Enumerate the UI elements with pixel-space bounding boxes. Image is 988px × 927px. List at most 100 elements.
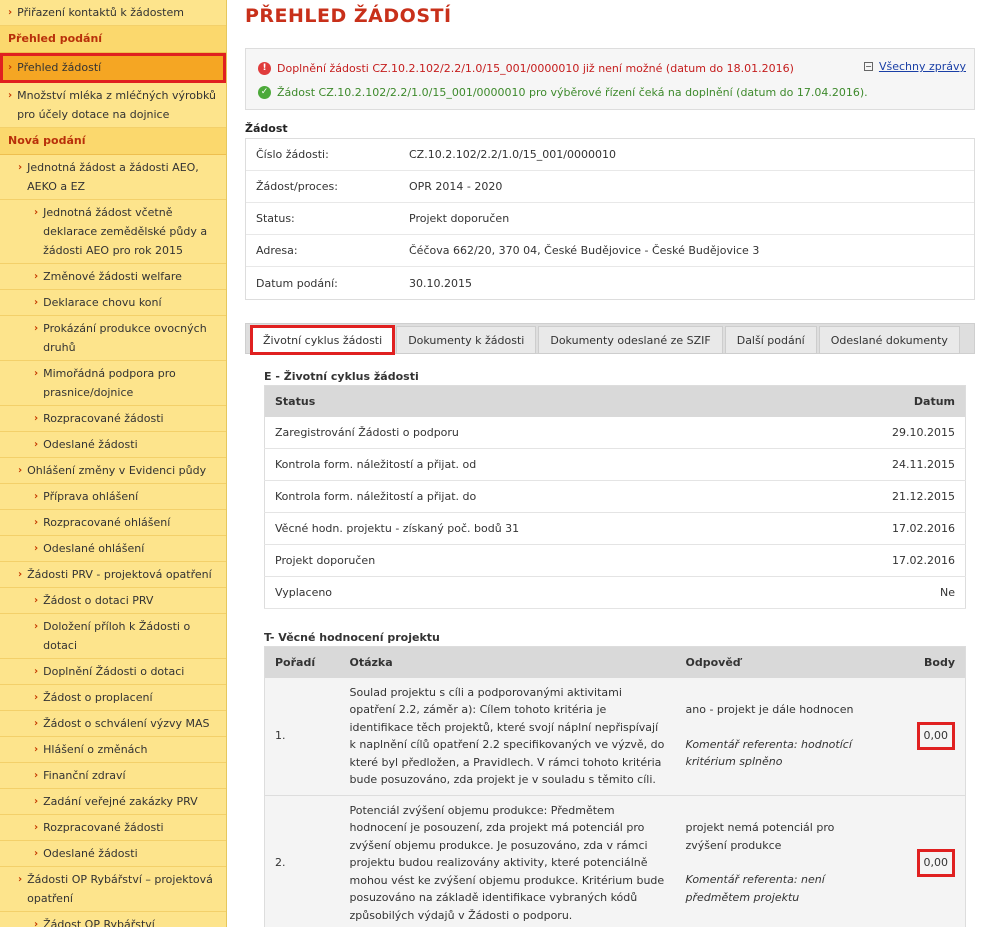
lifecycle-status: Věcné hodn. projektu - získaný poč. bodů…	[264, 512, 798, 545]
sidebar-item[interactable]: › Doplnění Žádosti o dotaci	[0, 659, 226, 685]
eval-odpoved: projekt nemá potenciál pro zvýšení produ…	[685, 821, 835, 852]
eval-odpoved-cell: ano - projekt je dále hodnocen Komentář r…	[675, 677, 886, 796]
sidebar-item[interactable]: › Přehled žádostí	[0, 53, 226, 83]
eval-poradi: 1.	[264, 677, 340, 796]
chevron-right-icon: ›	[34, 517, 39, 528]
sidebar-item-label: Přiřazení kontaktů k žádostem	[17, 6, 184, 19]
chevron-right-icon: ›	[34, 796, 39, 807]
sidebar-item-label: Žádosti PRV - projektová opatření	[27, 568, 212, 581]
detail-value: OPR 2014 - 2020	[409, 180, 503, 193]
table-row: 1. Soulad projektu s cíli a podporovanými…	[264, 677, 966, 796]
eval-body-score: 0,00	[916, 722, 955, 750]
lifecycle-status: Vyplaceno	[264, 576, 798, 609]
sidebar-item[interactable]: › Přiřazení kontaktů k žádostem	[0, 0, 226, 26]
sidebar-item[interactable]: › Odeslané ohlášení	[0, 536, 226, 562]
sidebar-item[interactable]: › Hlášení o změnách	[0, 737, 226, 763]
tab[interactable]: Dokumenty k žádosti	[396, 326, 537, 354]
sidebar-item[interactable]: › Změnové žádosti welfare	[0, 264, 226, 290]
sidebar-item[interactable]: › Odeslané žádosti	[0, 432, 226, 458]
detail-value: Projekt doporučen	[409, 212, 510, 225]
table-row: Věcné hodn. projektu - získaný poč. bodů…	[264, 512, 966, 545]
tab[interactable]: Další podání	[724, 326, 817, 354]
tab[interactable]: Odeslané dokumenty	[818, 326, 960, 354]
chevron-right-icon: ›	[34, 770, 39, 781]
chevron-right-icon: ›	[34, 297, 39, 308]
sidebar-item-label: Odeslané žádosti	[43, 847, 138, 860]
table-row: Zaregistrování Žádosti o podporu 29.10.20…	[264, 416, 966, 449]
lifecycle-datum: 24.11.2015	[797, 448, 966, 481]
eval-body-cell: 0,00	[885, 677, 966, 796]
sidebar-item[interactable]: › Mimořádná podpora pro prasnice/dojnice	[0, 361, 226, 406]
sidebar-item[interactable]: › Žádost o proplacení	[0, 685, 226, 711]
error-message-text: Doplnění žádosti CZ.10.2.102/2.2/1.0/15_…	[277, 62, 794, 75]
sidebar-item-label: Mimořádná podpora pro prasnice/dojnice	[43, 367, 176, 399]
all-messages-link[interactable]: Všechny zprávy	[879, 60, 966, 73]
chevron-right-icon: ›	[8, 62, 13, 73]
chevron-right-icon: ›	[34, 543, 39, 554]
sidebar-item[interactable]: › Jednotná žádost včetně deklarace zemědě…	[0, 200, 226, 264]
sidebar-item[interactable]: › Žádost o dotaci PRV	[0, 588, 226, 614]
lifecycle-datum: 17.02.2016	[797, 512, 966, 545]
sidebar-item[interactable]: › Množství mléka z mléčných výrobků pro ú…	[0, 83, 226, 128]
sidebar-item-label: Změnové žádosti welfare	[43, 270, 182, 283]
sidebar-item[interactable]: › Rozpracované ohlášení	[0, 510, 226, 536]
detail-row: Datum podání: 30.10.2015	[246, 267, 974, 299]
sidebar-item[interactable]: › Prokázání produkce ovocných druhů	[0, 316, 226, 361]
table-row: 2. Potenciál zvýšení objemu produkce: Pře…	[264, 795, 966, 927]
tabs-bar: Životní cyklus žádosti Dokumenty k žádost…	[245, 323, 975, 355]
sidebar-item-label: Doložení příloh k Žádosti o dotaci	[43, 620, 191, 652]
table-row: Kontrola form. náležitostí a přijat. od 2…	[264, 448, 966, 481]
sidebar-item[interactable]: › Ohlášení změny v Evidenci půdy	[0, 458, 226, 484]
chevron-right-icon: ›	[34, 368, 39, 379]
chevron-right-icon: ›	[34, 323, 39, 334]
sidebar-item[interactable]: › Jednotná žádost a žádosti AEO, AEKO a E…	[0, 155, 226, 200]
chevron-right-icon: ›	[18, 569, 23, 580]
sidebar-item-label: Žádost OP Rybářství	[43, 918, 155, 927]
lifecycle-status: Kontrola form. náležitostí a přijat. do	[264, 480, 798, 513]
col-header-otazka: Otázka	[339, 646, 676, 678]
chevron-right-icon: ›	[34, 744, 39, 755]
success-message-text: Žádost CZ.10.2.102/2.2/1.0/15_001/000001…	[277, 86, 868, 99]
sidebar-item-label: Odeslané ohlášení	[43, 542, 145, 555]
eval-body-cell: 0,00	[885, 795, 966, 927]
lifecycle-status: Projekt doporučen	[264, 544, 798, 577]
sidebar-item[interactable]: › Rozpracované žádosti	[0, 406, 226, 432]
sidebar-item[interactable]: › Finanční zdraví	[0, 763, 226, 789]
lifecycle-title: E - Životní cyklus žádosti	[264, 370, 419, 383]
lifecycle-status: Zaregistrování Žádosti o podporu	[264, 416, 798, 449]
chevron-right-icon: ›	[34, 692, 39, 703]
sidebar-item-label: Žádost o dotaci PRV	[43, 594, 154, 607]
sidebar-item[interactable]: › Rozpracované žádosti	[0, 815, 226, 841]
sidebar-item-label: Ohlášení změny v Evidenci půdy	[27, 464, 207, 477]
table-row: Projekt doporučen 17.02.2016	[264, 544, 966, 577]
sidebar-item[interactable]: › Zadání veřejné zakázky PRV	[0, 789, 226, 815]
sidebar-item[interactable]: › Odeslané žádosti	[0, 841, 226, 867]
chevron-right-icon: ›	[34, 919, 39, 927]
sidebar-item-label: Rozpracované žádosti	[43, 412, 164, 425]
messages-panel: ! Doplnění žádosti CZ.10.2.102/2.2/1.0/1…	[245, 48, 975, 110]
detail-label: Číslo žádosti:	[256, 148, 329, 161]
detail-row: Žádost/proces: OPR 2014 - 2020	[246, 171, 974, 203]
collapse-icon[interactable]: −	[863, 62, 873, 71]
col-header-poradi: Pořadí	[264, 646, 340, 678]
tab[interactable]: Dokumenty odeslané ze SZIF	[538, 326, 723, 354]
lifecycle-datum: 17.02.2016	[797, 544, 966, 577]
sidebar-item[interactable]: › Žádost OP Rybářství	[0, 912, 226, 927]
sidebar-item[interactable]: › Příprava ohlášení	[0, 484, 226, 510]
zadost-detail-table: Číslo žádosti: CZ.10.2.102/2.2/1.0/15_001…	[245, 138, 975, 300]
sidebar-item-label: Doplnění Žádosti o dotaci	[43, 665, 185, 678]
zadost-section-title: Žádost	[245, 122, 288, 135]
sidebar-item-label: Množství mléka z mléčných výrobků pro úč…	[17, 89, 217, 121]
chevron-right-icon: ›	[34, 439, 39, 450]
sidebar-item[interactable]: › Doložení příloh k Žádosti o dotaci	[0, 614, 226, 659]
detail-row: Adresa: Čéčova 662/20, 370 04, České Budě…	[246, 235, 974, 267]
page-title: PŘEHLED ŽÁDOSTÍ	[245, 5, 452, 27]
sidebar-item[interactable]: › Deklarace chovu koní	[0, 290, 226, 316]
sidebar-item[interactable]: › Žádosti PRV - projektová opatření	[0, 562, 226, 588]
col-header-body: Body	[885, 646, 966, 678]
sidebar-item[interactable]: › Žádost o schválení výzvy MAS	[0, 711, 226, 737]
detail-value: CZ.10.2.102/2.2/1.0/15_001/0000010	[409, 148, 616, 161]
tab[interactable]: Životní cyklus žádosti	[249, 325, 396, 355]
sidebar-nav: › Přiřazení kontaktů k žádostem Přehled po…	[0, 0, 227, 927]
sidebar-item[interactable]: › Žádosti OP Rybářství – projektová opatř…	[0, 867, 226, 912]
